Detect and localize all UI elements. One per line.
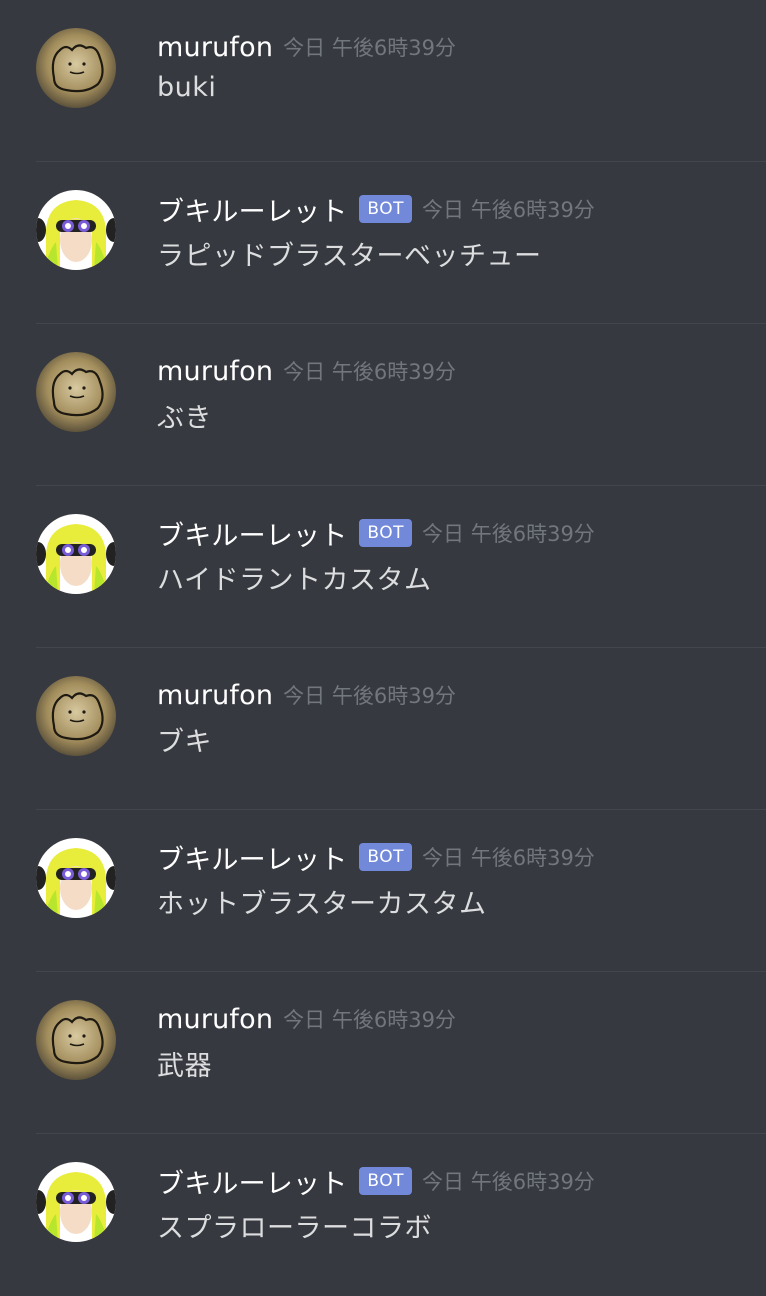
inkling-avatar[interactable] [36,1162,116,1242]
timestamp: 今日 午後6時39分 [422,522,595,546]
message-header: ブキルーレット BOT 今日 午後6時39分 [157,188,595,230]
message-item: murufon 今日 午後6時39分 ブキ [0,648,766,810]
ditto-avatar[interactable] [36,28,116,108]
username[interactable]: murufon [157,356,273,387]
bot-badge: BOT [359,1167,413,1195]
timestamp: 今日 午後6時39分 [422,1170,595,1194]
message-item: murufon 今日 午後6時39分 武器 [0,972,766,1134]
ditto-avatar[interactable] [36,1000,116,1080]
timestamp: 今日 午後6時39分 [283,36,456,60]
message-text: ブキ [157,727,212,758]
timestamp: 今日 午後6時39分 [283,684,456,708]
bot-badge: BOT [359,519,413,547]
ditto-avatar[interactable] [36,352,116,432]
timestamp: 今日 午後6時39分 [283,360,456,384]
message-text: ラピッドブラスターベッチュー [157,241,542,272]
timestamp: 今日 午後6時39分 [422,846,595,870]
inkling-avatar[interactable] [36,190,116,270]
username[interactable]: murufon [157,1004,273,1035]
message-text: ホットブラスターカスタム [157,889,487,920]
message-item: ブキルーレット BOT 今日 午後6時39分 ホットブラスターカスタム [0,810,766,972]
message-item: ブキルーレット BOT 今日 午後6時39分 ラピッドブラスターベッチュー [0,162,766,324]
message-text: スプラローラーコラボ [157,1213,432,1244]
message-header: ブキルーレット BOT 今日 午後6時39分 [157,1160,595,1202]
message-header: murufon 今日 午後6時39分 [157,350,456,392]
bot-badge: BOT [359,195,413,223]
message-item: murufon 今日 午後6時39分 ぶき [0,324,766,486]
message-header: ブキルーレット BOT 今日 午後6時39分 [157,512,595,554]
message-text: buki [157,72,217,103]
chat-message-list: murufon 今日 午後6時39分 buki ブキルーレット BOT 今日 午… [0,0,766,1288]
username[interactable]: ブキルーレット [157,190,347,229]
username[interactable]: murufon [157,32,273,63]
message-item: ブキルーレット BOT 今日 午後6時39分 スプラローラーコラボ [0,1134,766,1296]
username[interactable]: ブキルーレット [157,838,347,877]
message-item: ブキルーレット BOT 今日 午後6時39分 ハイドラントカスタム [0,486,766,648]
inkling-avatar[interactable] [36,514,116,594]
username[interactable]: ブキルーレット [157,514,347,553]
timestamp: 今日 午後6時39分 [422,198,595,222]
message-header: murufon 今日 午後6時39分 [157,674,456,716]
message-text: ハイドラントカスタム [157,565,432,596]
message-header: murufon 今日 午後6時39分 [157,998,456,1040]
bot-badge: BOT [359,843,413,871]
inkling-avatar[interactable] [36,838,116,918]
message-text: 武器 [157,1051,212,1082]
message-item: murufon 今日 午後6時39分 buki [0,0,766,162]
username[interactable]: ブキルーレット [157,1162,347,1201]
message-header: ブキルーレット BOT 今日 午後6時39分 [157,836,595,878]
timestamp: 今日 午後6時39分 [283,1008,456,1032]
message-text: ぶき [157,403,212,434]
username[interactable]: murufon [157,680,273,711]
message-header: murufon 今日 午後6時39分 [157,26,456,68]
ditto-avatar[interactable] [36,676,116,756]
